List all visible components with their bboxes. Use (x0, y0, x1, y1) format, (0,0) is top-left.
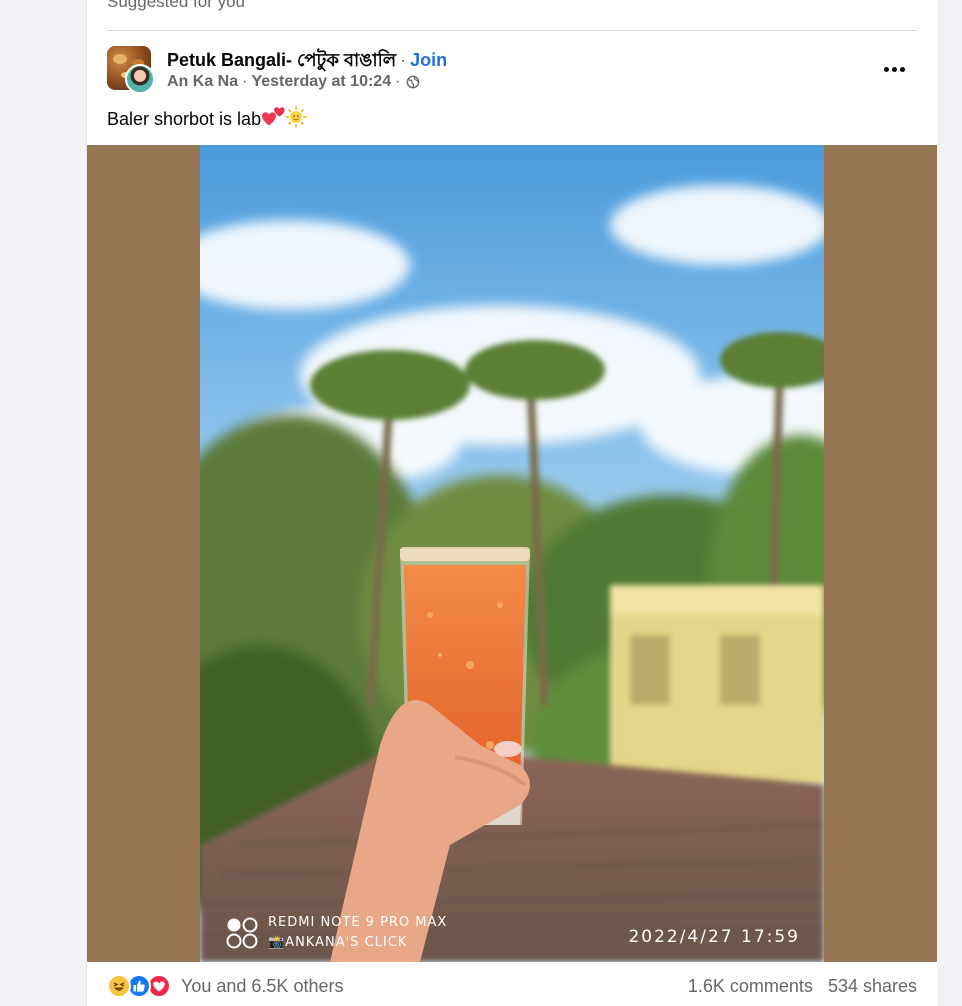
post-timestamp-link[interactable]: Yesterday at 10:24 (251, 73, 391, 91)
engagement-stats: 1.6K comments 534 shares (688, 976, 917, 997)
post-options-button[interactable] (877, 56, 911, 82)
suggested-label: Suggested for you (107, 0, 245, 11)
header-separator: · (400, 50, 407, 70)
more-dot (899, 66, 905, 72)
post-card: Suggested for you Petuk Bangali- পেটুক ব… (86, 0, 937, 1006)
watermark-text: REDMI NOTE 9 PRO MAX 📸ANKANA'S CLICK (268, 913, 447, 953)
reactions-summary[interactable]: You and 6.5K others (107, 974, 343, 998)
reaction-count[interactable]: You and 6.5K others (181, 976, 343, 997)
meta-separator: · (395, 73, 401, 90)
post-message: Baler shorbot is lab (107, 106, 307, 130)
post-header-meta: An Ka Na · Yesterday at 10:24 · (167, 73, 420, 91)
post-text: Baler shorbot is lab (107, 109, 262, 129)
watermark-device: REDMI NOTE 9 PRO MAX (268, 915, 448, 930)
meta-separator: · (242, 73, 248, 90)
group-name-link[interactable]: Petuk Bangali- পেটুক বাঙালি (167, 50, 396, 70)
right-gutter (936, 0, 962, 1006)
more-dot (883, 66, 889, 72)
feed-page: Suggested for you Petuk Bangali- পেটুক ব… (0, 0, 962, 1006)
join-group-button[interactable]: Join (410, 50, 447, 70)
section-divider (107, 30, 917, 31)
haha-reaction-icon (107, 974, 131, 998)
drink-photo-illustration (200, 145, 824, 962)
author-name-link[interactable]: An Ka Na (167, 73, 238, 91)
camera-watermark: REDMI NOTE 9 PRO MAX 📸ANKANA'S CLICK (226, 913, 447, 953)
more-dot (891, 66, 897, 72)
comments-count-link[interactable]: 1.6K comments (688, 976, 813, 996)
post-photo-frame: REDMI NOTE 9 PRO MAX 📸ANKANA'S CLICK 202… (87, 145, 937, 962)
watermark-datetime: 2022/4/27 17:59 (628, 927, 800, 947)
post-avatar[interactable] (107, 46, 157, 96)
two-hearts-emoji (262, 107, 285, 126)
post-photo[interactable]: REDMI NOTE 9 PRO MAX 📸ANKANA'S CLICK 202… (200, 145, 824, 962)
left-gutter (0, 0, 86, 1006)
globe-icon[interactable] (406, 75, 420, 89)
camera-brand-logo (226, 917, 258, 949)
shares-count-link[interactable]: 534 shares (828, 976, 917, 996)
post-footer: You and 6.5K others 1.6K comments 534 sh… (87, 962, 937, 1006)
sun-emoji (285, 106, 307, 128)
watermark-credit: 📸ANKANA'S CLICK (268, 935, 408, 950)
author-avatar[interactable] (125, 64, 155, 94)
